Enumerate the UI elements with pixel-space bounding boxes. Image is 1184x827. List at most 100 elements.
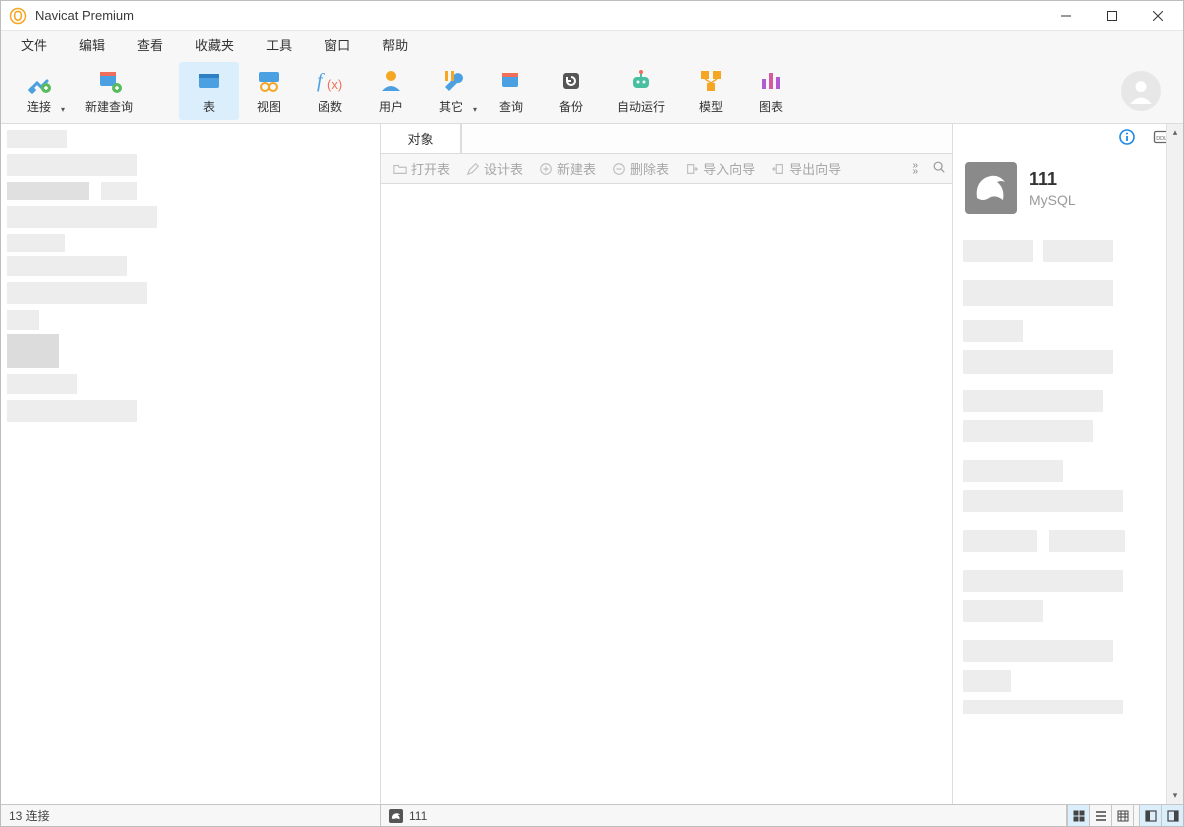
toolbar-other[interactable]: 其它 ▾ xyxy=(421,62,481,120)
panel-right-icon[interactable] xyxy=(1161,805,1183,826)
user-avatar[interactable] xyxy=(1121,71,1161,111)
view-grid-icon[interactable] xyxy=(1067,805,1089,826)
toolbar-autorun[interactable]: 自动运行 xyxy=(601,62,681,120)
overflow-icon[interactable]: »» xyxy=(912,163,914,175)
wrench-icon xyxy=(437,66,465,96)
backup-icon xyxy=(557,66,585,96)
toolbar-table[interactable]: 表 xyxy=(179,62,239,120)
statusbar: 13 连接 111 xyxy=(1,804,1183,826)
connection-name: 111 xyxy=(1029,169,1076,190)
pencil-icon xyxy=(466,162,480,176)
minimize-button[interactable] xyxy=(1043,2,1089,30)
model-icon xyxy=(697,66,725,96)
toolbar-newquery[interactable]: 新建查询 xyxy=(69,62,149,120)
function-icon: f(x) xyxy=(315,66,345,96)
query-plus-icon xyxy=(95,66,123,96)
design-table-label: 设计表 xyxy=(484,159,523,178)
import-wizard-button[interactable]: 导入向导 xyxy=(679,159,761,178)
open-table-button[interactable]: 打开表 xyxy=(387,159,456,178)
titlebar: Navicat Premium xyxy=(1,1,1183,31)
menu-file[interactable]: 文件 xyxy=(5,31,63,58)
main-toolbar: 连接 ▾ 新建查询 表 视图 f(x) 函数 用户 其它 ▾ xyxy=(1,58,1183,124)
folder-open-icon xyxy=(393,162,407,176)
status-connections: 13 连接 xyxy=(1,805,381,826)
toolbar-chart[interactable]: 图表 xyxy=(741,62,801,120)
address-bar[interactable] xyxy=(461,124,952,153)
design-table-button[interactable]: 设计表 xyxy=(460,159,529,178)
robot-icon xyxy=(627,66,655,96)
info-pane-body xyxy=(953,220,1183,804)
toolbar-view[interactable]: 视图 xyxy=(239,62,299,120)
toolbar-model[interactable]: 模型 xyxy=(681,62,741,120)
mysql-dolphin-icon xyxy=(965,162,1017,214)
connection-header: 111 MySQL xyxy=(953,148,1183,220)
new-table-button[interactable]: 新建表 xyxy=(533,159,602,178)
menubar: 文件 编辑 查看 收藏夹 工具 窗口 帮助 xyxy=(1,31,1183,58)
toolbar-newquery-label: 新建查询 xyxy=(85,98,133,115)
query-icon xyxy=(497,66,525,96)
menu-window[interactable]: 窗口 xyxy=(308,31,366,58)
info-tab-icon[interactable] xyxy=(1119,129,1135,148)
objects-list[interactable] xyxy=(381,184,952,804)
table-icon xyxy=(195,66,223,96)
svg-text:(x): (x) xyxy=(327,77,342,92)
connections-tree[interactable] xyxy=(1,124,381,804)
tab-objects[interactable]: 对象 xyxy=(381,124,461,153)
delete-table-label: 删除表 xyxy=(630,159,669,178)
delete-table-button[interactable]: 删除表 xyxy=(606,159,675,178)
main-area: 对象 打开表 设计表 新建表 删除表 xyxy=(1,124,1183,804)
view-icon xyxy=(255,66,283,96)
toolbar-function[interactable]: f(x) 函数 xyxy=(299,62,361,120)
export-wizard-button[interactable]: 导出向导 xyxy=(765,159,847,178)
toolbar-other-label: 其它 xyxy=(439,98,463,115)
objects-toolbar: 打开表 设计表 新建表 删除表 导入向导 xyxy=(381,154,952,184)
menu-edit[interactable]: 编辑 xyxy=(63,31,121,58)
plus-circle-icon xyxy=(539,162,553,176)
status-path: 111 xyxy=(381,805,1067,826)
toolbar-connection-label: 连接 xyxy=(27,98,51,115)
scroll-up-icon[interactable]: ▴ xyxy=(1167,124,1183,141)
export-wizard-label: 导出向导 xyxy=(789,159,841,178)
open-table-label: 打开表 xyxy=(411,159,450,178)
panel-left-icon[interactable] xyxy=(1139,805,1161,826)
maximize-button[interactable] xyxy=(1089,2,1135,30)
toolbar-model-label: 模型 xyxy=(699,98,723,115)
close-button[interactable] xyxy=(1135,2,1181,30)
svg-text:f: f xyxy=(317,70,325,92)
menu-view[interactable]: 查看 xyxy=(121,31,179,58)
toolbar-backup-label: 备份 xyxy=(559,98,583,115)
toolbar-query-label: 查询 xyxy=(499,98,523,115)
menu-favorites[interactable]: 收藏夹 xyxy=(179,31,250,58)
import-wizard-label: 导入向导 xyxy=(703,159,755,178)
app-window: Navicat Premium 文件 编辑 查看 收藏夹 工具 窗口 帮助 连接… xyxy=(0,0,1184,827)
minus-circle-icon xyxy=(612,162,626,176)
connection-type: MySQL xyxy=(1029,192,1076,208)
mysql-dolphin-small-icon xyxy=(389,809,403,823)
toolbar-user-label: 用户 xyxy=(379,98,403,115)
toolbar-view-label: 视图 xyxy=(257,98,281,115)
toolbar-connection[interactable]: 连接 ▾ xyxy=(9,62,69,120)
toolbar-table-label: 表 xyxy=(203,98,215,115)
toolbar-user[interactable]: 用户 xyxy=(361,62,421,120)
import-icon xyxy=(685,162,699,176)
chevron-down-icon: ▾ xyxy=(61,105,65,114)
right-scrollbar[interactable]: ▴ ▾ xyxy=(1166,124,1183,804)
chart-icon xyxy=(757,66,785,96)
plug-icon xyxy=(25,66,53,96)
app-title: Navicat Premium xyxy=(35,8,134,23)
toolbar-function-label: 函数 xyxy=(318,98,342,115)
search-icon[interactable] xyxy=(932,160,946,177)
toolbar-query[interactable]: 查询 xyxy=(481,62,541,120)
menu-tools[interactable]: 工具 xyxy=(250,31,308,58)
view-list-icon[interactable] xyxy=(1089,805,1111,826)
menu-help[interactable]: 帮助 xyxy=(366,31,424,58)
scroll-down-icon[interactable]: ▾ xyxy=(1167,787,1183,804)
view-switchers xyxy=(1067,805,1183,826)
toolbar-backup[interactable]: 备份 xyxy=(541,62,601,120)
chevron-down-icon: ▾ xyxy=(473,105,477,114)
toolbar-chart-label: 图表 xyxy=(759,98,783,115)
export-icon xyxy=(771,162,785,176)
view-detail-icon[interactable] xyxy=(1111,805,1133,826)
status-path-text: 111 xyxy=(409,809,427,823)
user-icon xyxy=(377,66,405,96)
